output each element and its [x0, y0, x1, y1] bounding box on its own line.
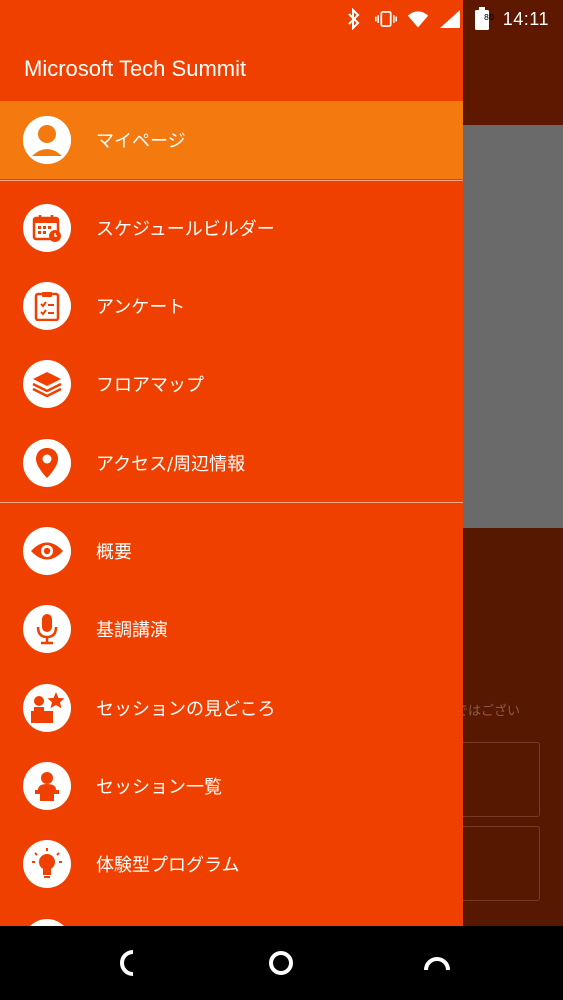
drawer-item-label: 概要 [96, 542, 132, 563]
drawer-divider [0, 502, 463, 503]
eye-icon [23, 527, 71, 575]
drawer-item-label: セッション一覧 [96, 777, 222, 798]
drawer-item-session-list[interactable]: セッション一覧 [0, 747, 463, 825]
drawer-title: Microsoft Tech Summit [24, 56, 247, 81]
drawer-item-access[interactable]: アクセス/周辺情報 [0, 424, 463, 502]
navigation-drawer: Microsoft Tech Summit マイページ スケジュールビルダー ア… [0, 0, 463, 926]
signal-icon [439, 8, 461, 30]
drawer-item-label: スケジュールビルダー [96, 219, 275, 240]
system-nav-bar [0, 926, 563, 1000]
lightbulb-icon [23, 840, 71, 888]
calendar-icon [23, 204, 71, 252]
drawer-item-label: セッションの見どころ [96, 699, 276, 720]
drawer-item-schedule-builder[interactable]: スケジュールビルダー [0, 189, 463, 267]
drawer-item-label: アクセス/周辺情報 [96, 454, 246, 475]
drawer-divider [0, 180, 463, 181]
back-icon[interactable] [107, 944, 145, 982]
drawer-item-session-highlights[interactable]: セッションの見どころ [0, 669, 463, 747]
drawer-item-survey[interactable]: アンケート [0, 267, 463, 345]
drawer-item-mypage[interactable]: マイページ [0, 101, 463, 179]
user-icon [23, 116, 71, 164]
drawer-item-label: フロアマップ [96, 375, 204, 396]
home-icon[interactable] [262, 944, 300, 982]
partial-item-icon [23, 919, 71, 926]
drawer-item-partial[interactable] [0, 904, 463, 926]
layers-icon [23, 360, 71, 408]
vibrate-icon [374, 8, 397, 30]
drawer-item-keynote[interactable]: 基調講演 [0, 590, 463, 668]
drawer-item-hands-on-program[interactable]: 体験型プログラム [0, 825, 463, 903]
bluetooth-icon [343, 8, 365, 30]
background-partial-text: ではござい [455, 704, 521, 719]
drawer-item-label: 体験型プログラム [96, 855, 240, 876]
clipboard-icon [23, 282, 71, 330]
star-speaker-icon [23, 684, 71, 732]
drawer-item-floor-map[interactable]: フロアマップ [0, 345, 463, 423]
wifi-icon [407, 8, 429, 30]
recents-icon[interactable] [418, 944, 456, 982]
microphone-icon [23, 605, 71, 653]
speaker-podium-icon [23, 762, 71, 810]
drawer-item-label: 基調講演 [96, 620, 168, 641]
drawer-item-overview[interactable]: 概要 [0, 512, 463, 590]
clock: 14:11 [502, 8, 549, 29]
battery-level: 80 [483, 13, 495, 22]
drawer-item-label: マイページ [96, 131, 186, 152]
drawer-item-label: アンケート [96, 297, 186, 318]
status-bar: 80 14:11 [0, 0, 563, 38]
location-pin-icon [23, 439, 71, 487]
